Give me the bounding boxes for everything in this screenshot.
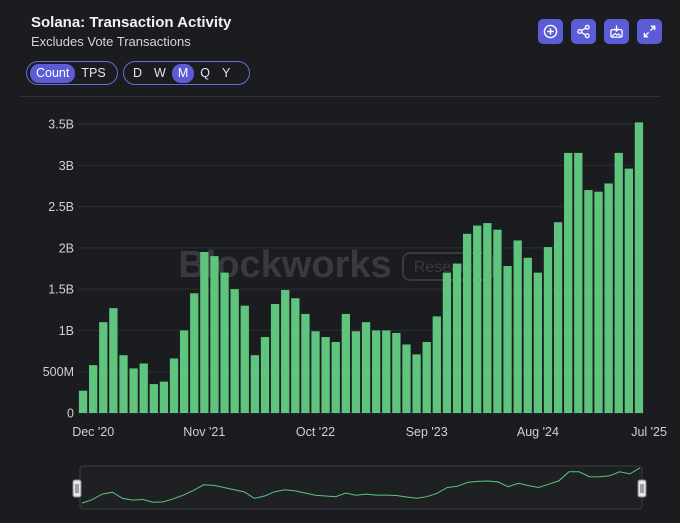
bar[interactable]	[281, 289, 290, 413]
bar[interactable]	[190, 293, 199, 413]
bar[interactable]	[89, 365, 98, 413]
bar[interactable]	[574, 152, 583, 413]
bar[interactable]	[169, 358, 179, 414]
y-tick-label: 3.5B	[48, 118, 74, 132]
bar[interactable]	[493, 229, 502, 413]
bar[interactable]	[109, 308, 118, 413]
bar[interactable]	[311, 331, 320, 413]
x-tick-label: Oct '22	[296, 425, 335, 439]
bar[interactable]	[179, 330, 189, 413]
bar[interactable]	[139, 363, 148, 413]
bar[interactable]	[564, 152, 573, 413]
bar[interactable]	[452, 263, 462, 413]
y-tick-label: 3B	[59, 159, 74, 173]
bar[interactable]	[553, 222, 563, 413]
bar[interactable]	[210, 256, 219, 413]
x-tick-label: Nov '21	[183, 425, 225, 439]
bar[interactable]	[351, 331, 361, 413]
y-axis: 0 500M 1B 1.5B 2B 2.5B 3B 3.5B	[43, 118, 74, 421]
bar[interactable]	[270, 304, 280, 413]
x-tick-label: Jul '25	[631, 425, 667, 439]
bar[interactable]	[119, 355, 128, 413]
bar[interactable]	[503, 266, 512, 413]
y-tick-label: 2B	[59, 241, 74, 255]
bar[interactable]	[483, 223, 492, 413]
bar[interactable]	[240, 305, 249, 413]
bar[interactable]	[331, 341, 340, 413]
bar[interactable]	[392, 332, 401, 413]
bar[interactable]	[473, 225, 482, 413]
bar[interactable]	[301, 313, 310, 413]
bar[interactable]	[99, 322, 108, 413]
bar[interactable]	[533, 272, 543, 413]
bar[interactable]	[543, 247, 553, 413]
bar[interactable]	[604, 183, 613, 413]
bar[interactable]	[614, 152, 623, 413]
x-tick-label: Aug '24	[517, 425, 559, 439]
bar[interactable]	[462, 233, 472, 413]
y-tick-label: 1.5B	[48, 283, 74, 297]
bar[interactable]	[523, 257, 532, 413]
bar[interactable]	[402, 344, 411, 413]
bar[interactable]	[260, 337, 270, 413]
bar[interactable]	[230, 289, 239, 413]
y-tick-label: 1B	[59, 324, 74, 338]
y-tick-label: 0	[67, 407, 74, 421]
y-tick-label: 500M	[43, 365, 74, 379]
bar[interactable]	[149, 384, 158, 413]
bar[interactable]	[634, 122, 644, 413]
bar[interactable]	[624, 168, 633, 413]
y-tick-label: 2.5B	[48, 200, 74, 214]
bar[interactable]	[442, 272, 452, 413]
bar[interactable]	[584, 190, 593, 413]
bar[interactable]	[321, 337, 330, 413]
bar[interactable]	[159, 381, 169, 413]
bar[interactable]	[594, 191, 603, 413]
bar[interactable]	[291, 298, 300, 413]
bar[interactable]	[341, 313, 350, 413]
bar[interactable]	[372, 330, 381, 413]
range-navigator[interactable]	[72, 465, 647, 510]
bar[interactable]	[382, 330, 391, 413]
bar-chart: Blockworks Research 0500M1B1.5B2B2.5B3B3…	[43, 118, 667, 510]
bar[interactable]	[129, 368, 138, 413]
navigator-right-handle[interactable]	[637, 479, 647, 498]
x-axis: Dec '20 Nov '21 Oct '22 Sep '23 Aug '24 Jul '…	[72, 425, 667, 439]
bar[interactable]	[78, 390, 88, 413]
bar[interactable]	[513, 240, 522, 413]
bar[interactable]	[250, 355, 260, 413]
x-tick-label: Dec '20	[72, 425, 114, 439]
bar[interactable]	[432, 316, 441, 413]
x-tick-label: Sep '23	[406, 425, 448, 439]
bar[interactable]	[361, 322, 371, 413]
bar[interactable]	[200, 251, 209, 413]
bar[interactable]	[220, 272, 229, 413]
bar[interactable]	[422, 341, 431, 413]
navigator-track	[79, 465, 643, 510]
navigator-left-handle[interactable]	[72, 479, 82, 498]
bar[interactable]	[412, 354, 421, 413]
